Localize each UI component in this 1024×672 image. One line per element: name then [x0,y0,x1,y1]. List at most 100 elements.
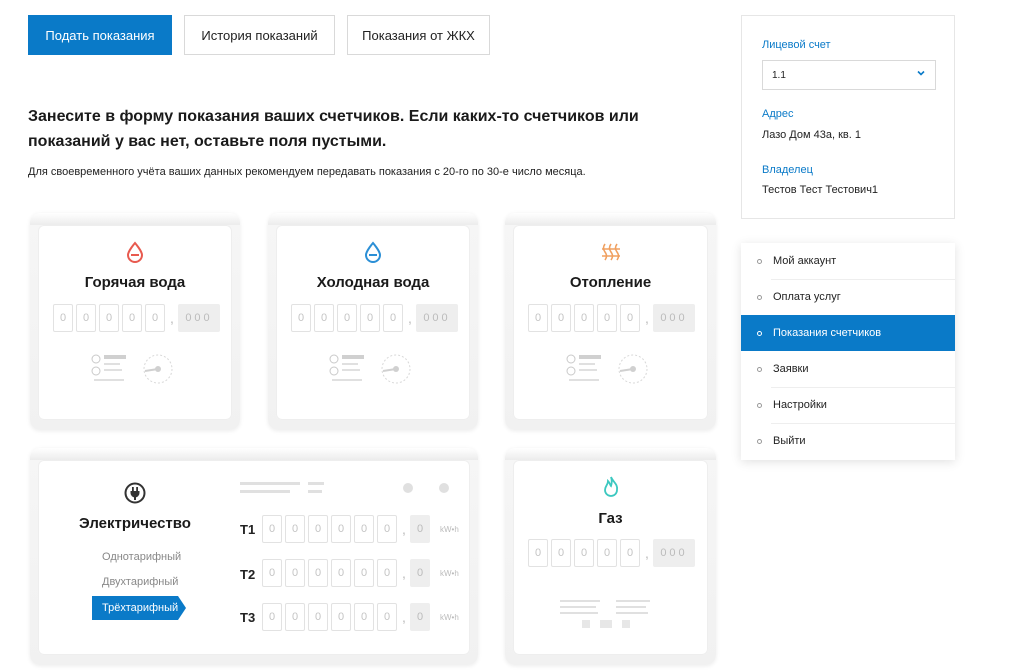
decimal-separator: , [402,521,406,537]
fraction-input[interactable]: 000 [416,304,458,332]
digit-input[interactable]: 0 [262,515,282,543]
hot-water-digits: 0 0 0 0 0 , 000 [53,304,220,332]
tab-readings-from-hcs[interactable]: Показания от ЖКХ [347,15,490,55]
page: Подать показания История показаний Показ… [0,0,1024,672]
digit-input[interactable]: 0 [620,304,640,332]
digit-input[interactable]: 0 [377,559,397,587]
digit-input[interactable]: 0 [354,559,374,587]
digit-input[interactable]: 0 [528,304,548,332]
digit-input[interactable]: 0 [122,304,142,332]
digit-input[interactable]: 0 [377,603,397,631]
digit-input[interactable]: 0 [383,304,403,332]
meter-card-cold-water: Холодная вода 0 0 0 0 0 , 000 [268,213,478,430]
decimal-separator: , [170,310,174,326]
digit-input[interactable]: 0 [354,515,374,543]
page-subline: Для своевременного учёта ваших данных ре… [28,166,586,178]
digit-input[interactable]: 0 [551,539,571,567]
meter-spec-decor-icon [240,482,449,493]
digit-input[interactable]: 0 [308,559,328,587]
digit-input[interactable]: 0 [308,603,328,631]
account-label: Лицевой счет [762,39,831,51]
digit-input[interactable]: 0 [528,539,548,567]
account-select-value: 1.1 [772,69,786,81]
menu-item-label: Настройки [773,399,827,411]
digit-input[interactable]: 0 [597,304,617,332]
decimal-separator: , [402,609,406,625]
tariff-row-label: T2 [240,567,256,582]
unit-label: kW•h [440,612,459,622]
digit-input[interactable]: 0 [285,559,305,587]
unit-label: kW•h [440,568,459,578]
cold-water-drop-icon [364,241,382,263]
tariff-row-label: T3 [240,610,256,625]
menu-item-my-account[interactable]: Мой аккаунт [741,243,955,279]
page-headline: Занесите в форму показания ваших счетчик… [28,108,639,150]
digit-input[interactable]: 0 [262,559,282,587]
meter-title: Электричество [79,515,191,532]
fraction-input[interactable]: 000 [653,539,695,567]
digit-input[interactable]: 0 [354,603,374,631]
t1-digits: 0 0 0 0 0 0 , 0 kW•h [262,515,459,543]
digit-input[interactable]: 0 [331,603,351,631]
heating-icon [601,243,620,261]
hot-water-drop-icon [126,241,144,263]
digit-input[interactable]: 0 [285,515,305,543]
cold-water-digits: 0 0 0 0 0 , 000 [291,304,458,332]
digit-input[interactable]: 0 [337,304,357,332]
meter-card-gas: Газ 0 0 0 0 0 , 000 [505,448,716,665]
meter-title: Отопление [569,274,652,291]
menu-item-meter-readings[interactable]: Показания счетчиков [741,315,955,351]
tariff-option-single[interactable]: Однотарифный [102,551,181,563]
owner-value: Тестов Тест Тестович1 [762,184,879,196]
fraction-input[interactable]: 000 [178,304,220,332]
decimal-separator: , [402,565,406,581]
digit-input[interactable]: 0 [99,304,119,332]
menu-item-settings[interactable]: Настройки [741,387,955,423]
meter-spec-decor-icon [560,600,650,628]
digit-input[interactable]: 0 [331,515,351,543]
fraction-input[interactable]: 000 [653,304,695,332]
address-value: Лазо Дом 43а, кв. 1 [762,129,861,141]
digit-input[interactable]: 0 [285,603,305,631]
fraction-input[interactable]: 0 [410,559,430,587]
menu-item-requests[interactable]: Заявки [741,351,955,387]
tariff-arrow-icon [178,596,186,620]
meter-card-electricity: Электричество Однотарифный Двухтарифный … [30,448,478,665]
digit-input[interactable]: 0 [53,304,73,332]
digit-input[interactable]: 0 [262,603,282,631]
digit-input[interactable]: 0 [291,304,311,332]
digit-input[interactable]: 0 [597,539,617,567]
digit-input[interactable]: 0 [377,515,397,543]
heating-digits: 0 0 0 0 0 , 000 [528,304,695,332]
digit-input[interactable]: 0 [360,304,380,332]
fraction-input[interactable]: 0 [410,603,430,631]
menu-item-logout[interactable]: Выйти [741,423,955,459]
menu-item-payment[interactable]: Оплата услуг [741,279,955,315]
digit-input[interactable]: 0 [331,559,351,587]
account-select[interactable]: 1.1 [762,60,936,90]
tariff-option-triple[interactable]: Трёхтарифный [92,596,178,620]
fraction-input[interactable]: 0 [410,515,430,543]
digit-input[interactable]: 0 [574,539,594,567]
digit-input[interactable]: 0 [574,304,594,332]
digit-input[interactable]: 0 [314,304,334,332]
meter-title: Холодная вода [316,274,430,291]
meter-title: Газ [598,510,623,527]
meter-decor-icon [329,354,411,384]
decimal-separator: , [645,310,649,326]
meter-decor-icon [566,354,648,384]
digit-input[interactable]: 0 [145,304,165,332]
tab-readings-history[interactable]: История показаний [184,15,335,55]
tariff-row-label: T1 [240,522,256,537]
address-label: Адрес [762,108,794,120]
digit-input[interactable]: 0 [308,515,328,543]
gas-digits: 0 0 0 0 0 , 000 [528,539,695,567]
tab-submit-readings[interactable]: Подать показания [28,15,172,55]
meter-card-hot-water: Горячая вода 0 0 0 0 0 , 000 [30,213,240,430]
tariff-option-double[interactable]: Двухтарифный [102,576,178,588]
digit-input[interactable]: 0 [620,539,640,567]
menu-item-label: Показания счетчиков [773,327,882,339]
meter-title: Горячая вода [84,274,186,291]
digit-input[interactable]: 0 [551,304,571,332]
digit-input[interactable]: 0 [76,304,96,332]
